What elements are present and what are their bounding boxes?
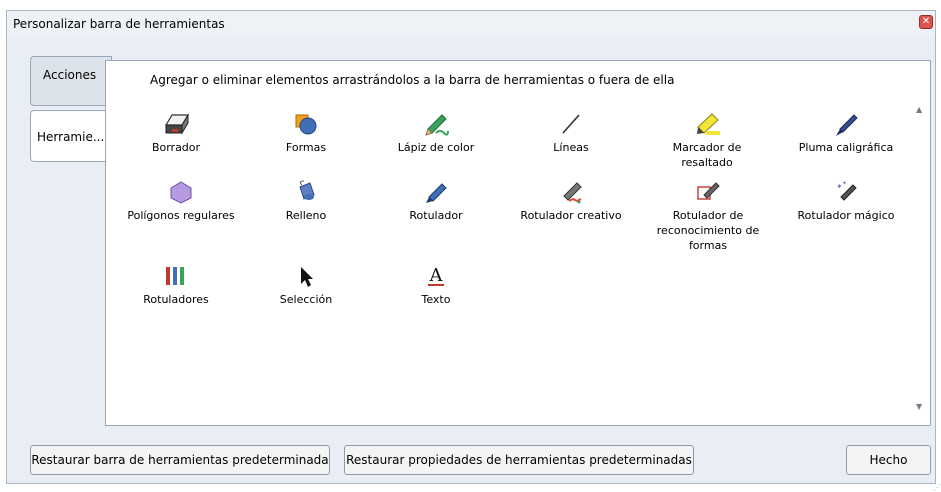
tool-label: Rotulador creativo bbox=[520, 209, 622, 222]
shapes-icon bbox=[295, 114, 317, 135]
tools-panel: Agregar o eliminar elementos arrastrándo… bbox=[105, 60, 931, 426]
tool-label: Relleno bbox=[285, 209, 327, 222]
magic-pen-icon: ✦ ✦ bbox=[836, 180, 857, 201]
tool-item-texto[interactable]: A Texto bbox=[386, 263, 486, 307]
customize-toolbar-dialog: Personalizar barra de herramientas ✕ Acc… bbox=[6, 10, 941, 492]
scroll-up-arrow[interactable]: ▲ bbox=[916, 105, 922, 114]
resize-grip[interactable]: ⋰ bbox=[933, 483, 941, 492]
tool-label: Rotuladores bbox=[143, 293, 209, 306]
tool-item-lineas[interactable]: Líneas bbox=[521, 111, 621, 155]
tool-item-rotulador-magico[interactable]: ✦ ✦ Rotulador mágico bbox=[791, 179, 901, 223]
tool-item-formas[interactable]: Formas bbox=[256, 111, 356, 155]
fill-bucket-icon bbox=[299, 180, 315, 200]
tool-label: Rotulador mágico bbox=[797, 209, 895, 222]
tool-label: Borrador bbox=[151, 141, 201, 154]
tool-item-poligonos-regulares[interactable]: Polígonos regulares bbox=[126, 179, 236, 223]
tab-acciones[interactable]: Acciones bbox=[30, 56, 112, 106]
tool-item-marcador-resaltado[interactable]: Marcador de resaltado bbox=[651, 111, 763, 170]
pens-icon bbox=[166, 267, 184, 285]
tool-item-relleno[interactable]: Relleno bbox=[256, 179, 356, 223]
tool-item-lapiz-color[interactable]: Lápiz de color bbox=[386, 111, 486, 155]
done-button[interactable]: Hecho bbox=[846, 445, 931, 475]
tool-item-pluma-caligrafica[interactable]: Pluma caligráfica bbox=[791, 111, 901, 155]
pen-icon bbox=[426, 183, 447, 203]
tool-item-borrador[interactable]: Borrador bbox=[126, 111, 226, 155]
svg-text:A: A bbox=[429, 265, 444, 286]
close-button[interactable]: ✕ bbox=[919, 15, 933, 29]
tool-item-rotulador-creativo[interactable]: Rotulador creativo bbox=[516, 179, 626, 223]
tool-label: Pluma caligráfica bbox=[798, 141, 894, 154]
tool-item-rotulador-reconocimiento-formas[interactable]: Rotulador de reconocimiento de formas bbox=[654, 179, 762, 253]
tool-item-seleccion[interactable]: Selección bbox=[256, 263, 356, 307]
instruction-text: Agregar o eliminar elementos arrastrándo… bbox=[150, 73, 675, 87]
cursor-arrow-icon bbox=[301, 267, 313, 287]
tool-label: Lápiz de color bbox=[397, 141, 475, 154]
svg-text:✦: ✦ bbox=[842, 180, 847, 187]
tab-label: Acciones bbox=[43, 68, 97, 82]
tool-item-rotuladores[interactable]: Rotuladores bbox=[126, 263, 226, 307]
scroll-down-arrow[interactable]: ▼ bbox=[916, 402, 922, 411]
tool-label: Marcador de resaltado bbox=[672, 141, 742, 169]
color-pencil-icon bbox=[425, 114, 449, 136]
tool-label: Polígonos regulares bbox=[127, 209, 235, 222]
tool-label: Selección bbox=[279, 293, 333, 306]
title-bar: Personalizar barra de herramientas ✕ bbox=[7, 11, 935, 37]
eraser-icon bbox=[164, 113, 190, 135]
creative-pen-icon bbox=[563, 182, 582, 204]
tab-label: Herramie... bbox=[37, 130, 105, 144]
tab-herramientas[interactable]: Herramie... bbox=[30, 110, 114, 162]
tool-item-rotulador[interactable]: Rotulador bbox=[386, 179, 486, 223]
restore-properties-button[interactable]: Restaurar propiedades de herramientas pr… bbox=[344, 445, 694, 475]
line-icon bbox=[562, 114, 580, 134]
polygon-icon bbox=[170, 181, 192, 204]
calligraphy-pen-icon bbox=[836, 114, 858, 136]
tool-label: Formas bbox=[285, 141, 327, 154]
restore-toolbar-button[interactable]: Restaurar barra de herramientas predeter… bbox=[30, 445, 330, 475]
tool-label: Rotulador bbox=[409, 209, 463, 222]
window-title: Personalizar barra de herramientas bbox=[13, 17, 225, 31]
shape-recognition-pen-icon bbox=[697, 182, 720, 200]
text-icon: A bbox=[428, 265, 444, 286]
tool-label: Texto bbox=[421, 293, 451, 306]
close-icon: ✕ bbox=[921, 16, 931, 27]
tool-label: Rotulador de reconocimiento de formas bbox=[656, 209, 760, 252]
highlighter-icon bbox=[697, 113, 720, 135]
tool-label: Líneas bbox=[553, 141, 589, 154]
